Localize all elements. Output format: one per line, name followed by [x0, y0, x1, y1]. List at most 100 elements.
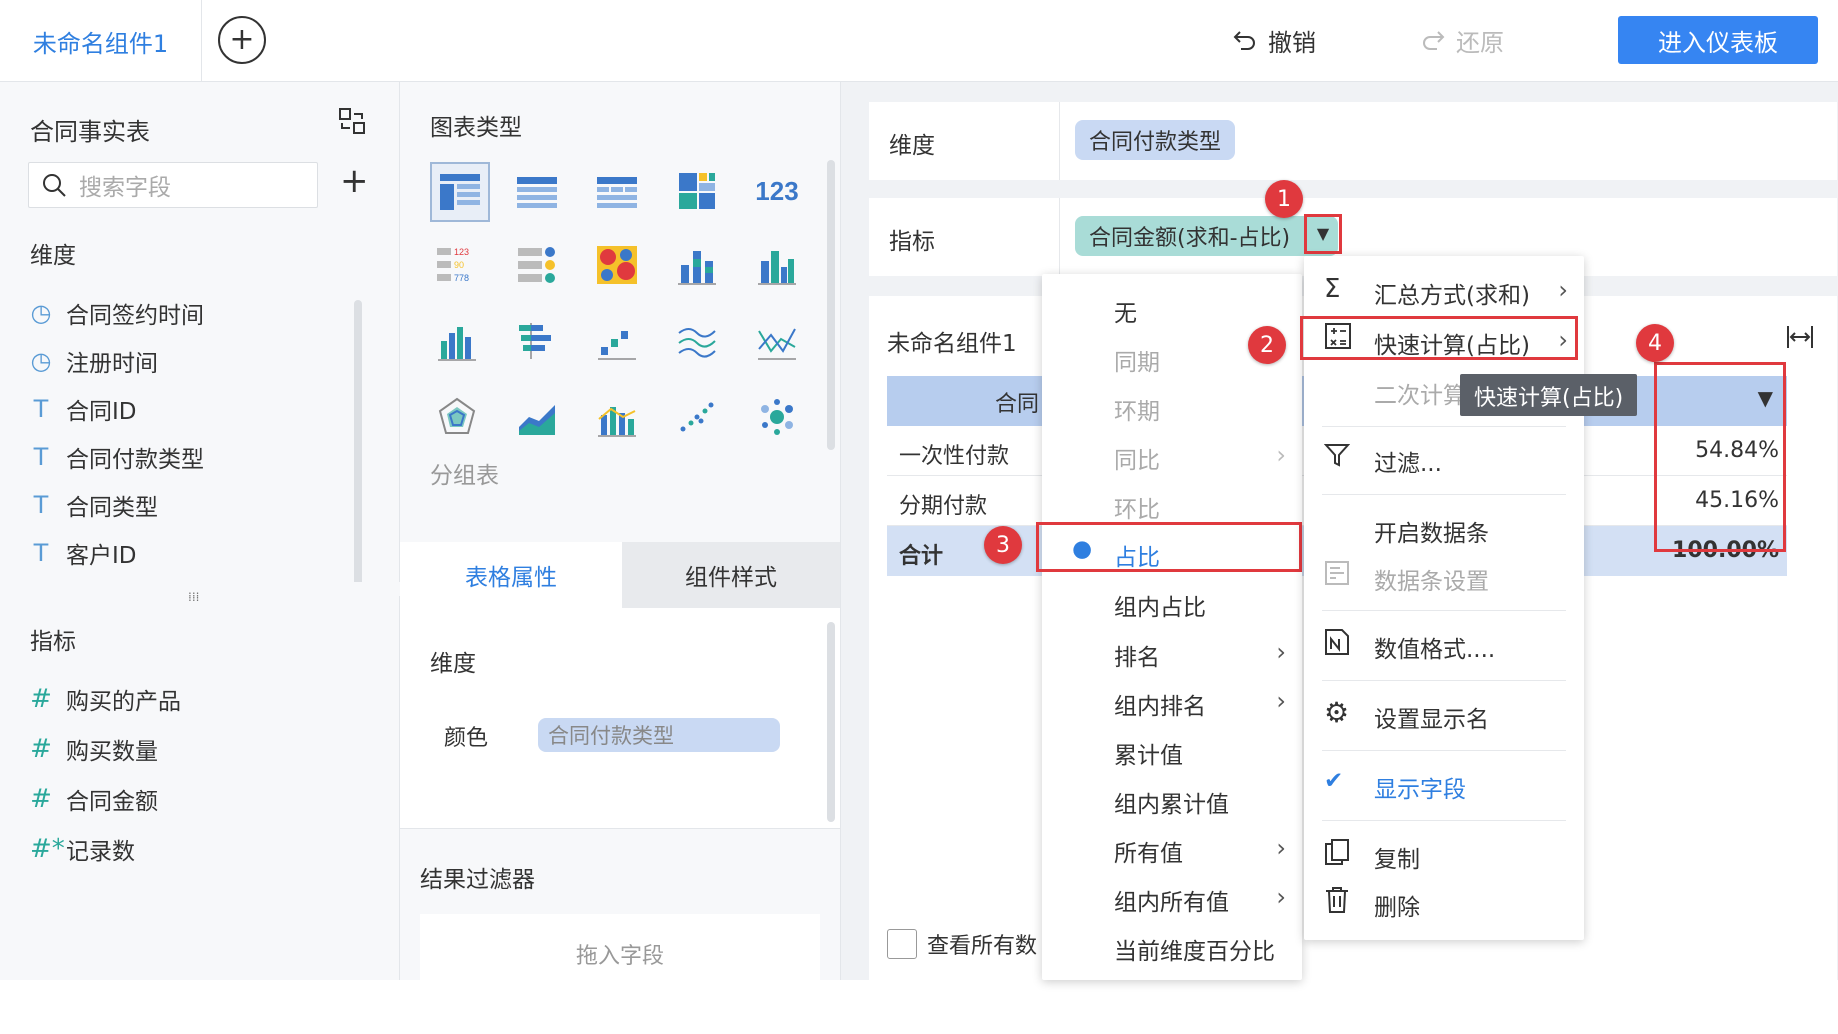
redo-icon	[1423, 31, 1445, 50]
check-icon: ✔	[1324, 768, 1344, 794]
submenu-item-group-percentage[interactable]: 组内占比	[1042, 588, 1302, 622]
svg-text:90: 90	[454, 260, 464, 270]
submenu-item-none[interactable]: 无	[1042, 294, 1302, 328]
add-field-button[interactable]: +	[340, 164, 369, 198]
clock-icon: ◷	[30, 347, 52, 375]
measure-item[interactable]: # 合同金额	[30, 782, 158, 816]
menu-item-number-format[interactable]: 数值格式....	[1304, 628, 1584, 664]
chart-type-scrollbar[interactable]	[827, 160, 835, 450]
total-label: 合计	[899, 544, 944, 569]
number-format-icon	[1324, 628, 1350, 662]
menu-item-filter[interactable]: 过滤...	[1304, 444, 1584, 478]
menu-item-databar-on[interactable]: 开启数据条	[1304, 514, 1584, 548]
dimension-item[interactable]: ◷ 合同签约时间	[30, 296, 204, 330]
measure-shelf-label: 指标	[889, 229, 935, 255]
tooltip: 快速计算(占比)	[1460, 374, 1638, 416]
dimension-chip[interactable]: 合同付款类型	[1075, 120, 1236, 160]
detail-table-chart-icon[interactable]	[510, 166, 564, 220]
menu-item-summary[interactable]: Σ 汇总方式(求和) ›	[1304, 274, 1584, 310]
color-label: 颜色	[444, 726, 489, 751]
search-field[interactable]: 搜索字段	[28, 162, 318, 208]
filter-drop-zone[interactable]: 拖入字段	[420, 914, 820, 1034]
combo-chart-icon[interactable]	[590, 390, 644, 444]
dimension-item[interactable]: T 合同付款类型	[30, 440, 204, 474]
redo-button[interactable]: 还原	[1420, 20, 1504, 60]
horizontal-bar-chart-icon[interactable]	[510, 314, 564, 368]
chevron-right-icon: ›	[1276, 883, 1286, 911]
grouped-table-chart-icon[interactable]	[430, 162, 490, 222]
submenu-item-group-cumulative[interactable]: 组内累计值	[1042, 785, 1302, 819]
submenu-item-all-values[interactable]: 所有值 ›	[1042, 834, 1302, 868]
text-type-icon: T	[33, 443, 49, 471]
text-type-icon: T	[33, 491, 49, 519]
bubble-chart-icon[interactable]	[750, 390, 804, 444]
menu-item-delete[interactable]: 删除	[1304, 886, 1584, 922]
submenu-item-mom: 环比	[1114, 497, 1160, 523]
polyline-chart-icon[interactable]	[750, 314, 804, 368]
bar-chart-icon[interactable]	[430, 314, 484, 368]
measure-chip[interactable]: 合同金额(求和-占比)	[1075, 216, 1339, 256]
submenu-item-rank[interactable]: 排名 ›	[1042, 638, 1302, 672]
color-field-chip[interactable]: 合同付款类型	[538, 718, 780, 752]
resize-handle[interactable]: ⁞⁞⁞	[188, 590, 199, 604]
submenu-item-dimension-percent[interactable]: 当前维度百分比	[1042, 932, 1302, 966]
gear-icon: ⚙	[1324, 696, 1350, 729]
row-name: 一次性付款	[899, 444, 1010, 469]
measure-item[interactable]: #* 记录数	[30, 832, 135, 866]
chevron-right-icon: ›	[1276, 441, 1286, 469]
area-chart-icon[interactable]	[510, 390, 564, 444]
dimension-shelf: 维度 合同付款类型	[869, 102, 1837, 180]
dimension-item[interactable]: T 合同类型	[30, 488, 158, 522]
text-type-icon: T	[33, 395, 49, 423]
heatmap-chart-icon[interactable]	[590, 238, 644, 292]
menu-item-databar-settings: 数据条设置	[1304, 561, 1584, 596]
highlight-box-2	[1300, 316, 1578, 360]
undo-button[interactable]: 撤销	[1232, 20, 1316, 60]
trash-icon	[1324, 886, 1350, 920]
number-type-icon: #	[30, 734, 52, 764]
radar-chart-icon[interactable]	[430, 390, 484, 444]
submenu-item-group-rank[interactable]: 组内排名 ›	[1042, 687, 1302, 721]
grouped-bar-chart-icon[interactable]	[750, 238, 804, 292]
chevron-right-icon: ›	[1276, 834, 1286, 862]
measure-item[interactable]: # 购买数量	[30, 732, 158, 766]
step-badge-1: 1	[1265, 180, 1303, 218]
status-list-chart-icon[interactable]	[510, 238, 564, 292]
cross-table-chart-icon[interactable]	[590, 166, 644, 220]
view-all-data[interactable]: 查看所有数	[887, 928, 1037, 960]
menu-item-display-name[interactable]: ⚙ 设置显示名	[1304, 696, 1584, 734]
search-input[interactable]: 搜索字段	[79, 168, 171, 202]
kpi-indicator-chart-icon[interactable]: 123 90 778	[430, 238, 484, 292]
add-tab-button[interactable]: +	[218, 16, 266, 64]
enter-dashboard-button[interactable]: 进入仪表板	[1618, 16, 1818, 64]
chart-type-hint: 分组表	[430, 463, 499, 489]
submenu-item-cumulative[interactable]: 累计值	[1042, 736, 1302, 770]
scatter-chart-icon[interactable]	[670, 390, 724, 444]
switch-table-icon[interactable]	[337, 106, 367, 136]
step-badge-2: 2	[1248, 326, 1286, 364]
svg-text:778: 778	[454, 273, 469, 283]
menu-item-show-field[interactable]: ✔ 显示字段	[1304, 768, 1584, 804]
submenu-item-group-all-values[interactable]: 组内所有值 ›	[1042, 883, 1302, 917]
dimension-item[interactable]: ◷ 注册时间	[30, 344, 158, 378]
tab-component-style[interactable]: 组件样式	[622, 542, 840, 608]
tab-table-properties[interactable]: 表格属性	[400, 542, 622, 608]
tab-component[interactable]: 未命名组件1	[0, 0, 202, 82]
top-bar: 未命名组件1 + 撤销 还原 进入仪表板	[0, 0, 1838, 82]
treemap-chart-icon[interactable]	[670, 164, 724, 218]
dimension-scrollbar[interactable]	[354, 300, 362, 590]
kpi-number-chart-icon[interactable]: 123	[750, 164, 804, 218]
clock-icon: ◷	[30, 299, 52, 327]
view-all-checkbox[interactable]	[887, 929, 917, 959]
dimension-item[interactable]: T 客户ID	[30, 536, 137, 570]
menu-item-copy[interactable]: 复制	[1304, 838, 1584, 874]
property-scrollbar[interactable]	[827, 622, 835, 822]
redo-label: 还原	[1456, 28, 1504, 57]
measure-item[interactable]: # 购买的产品	[30, 682, 181, 716]
copy-icon	[1324, 838, 1350, 872]
fit-width-icon[interactable]	[1785, 324, 1815, 350]
stacked-bar-chart-icon[interactable]	[670, 238, 724, 292]
waterfall-chart-icon[interactable]	[590, 314, 644, 368]
line-chart-icon[interactable]	[670, 314, 724, 368]
dimension-item[interactable]: T 合同ID	[30, 392, 137, 426]
